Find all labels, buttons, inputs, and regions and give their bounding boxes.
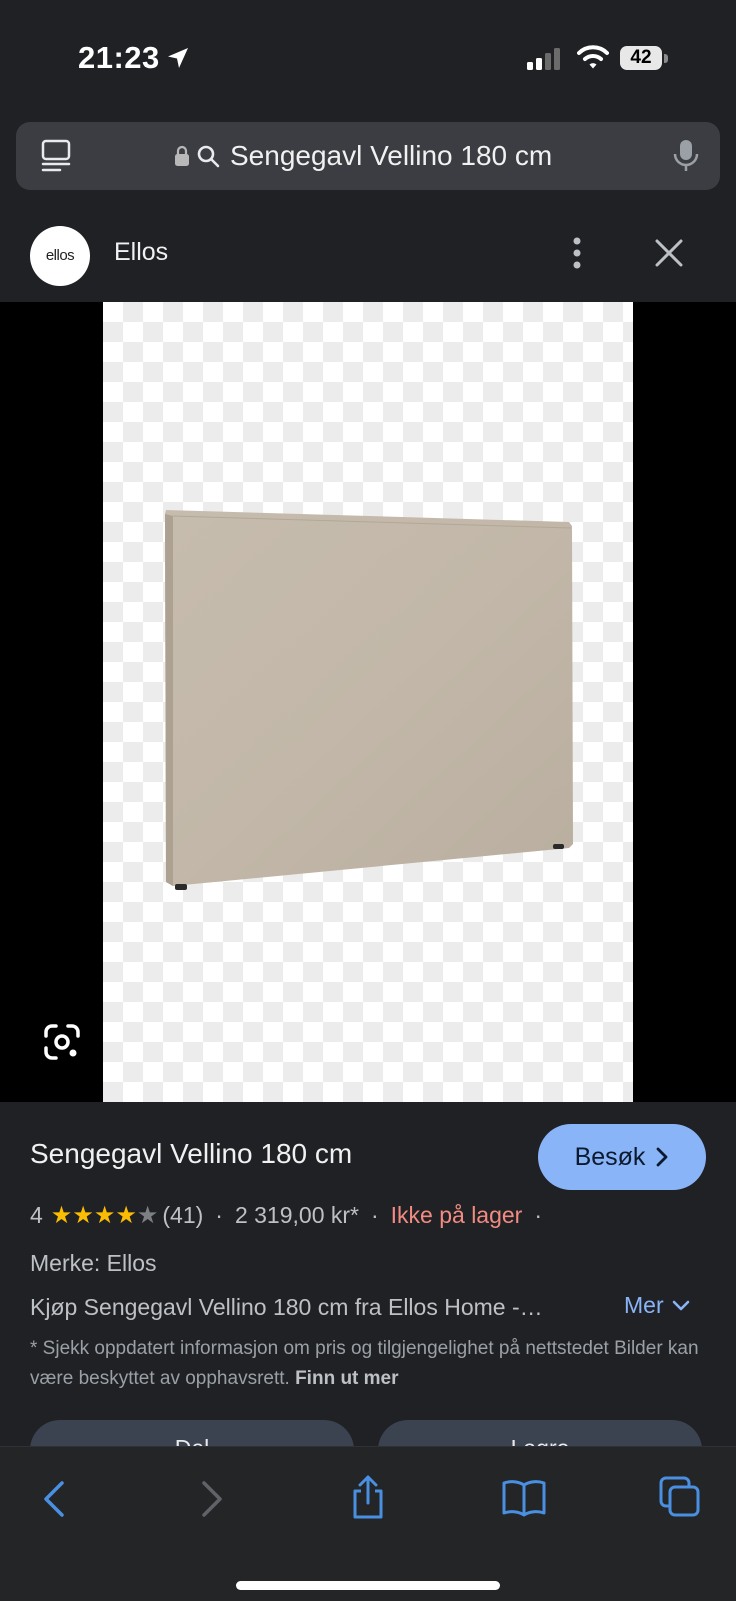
- back-icon[interactable]: [40, 1479, 68, 1519]
- url-text: Sengegavl Vellino 180 cm: [230, 140, 553, 171]
- search-icon: [197, 145, 220, 168]
- site-name[interactable]: Ellos: [114, 238, 168, 267]
- rating-stars: ★ ★ ★ ★ ★: [50, 1201, 159, 1229]
- wifi-icon: [577, 45, 609, 69]
- tabs-icon[interactable]: [40, 138, 72, 174]
- visit-button-label: Besøk: [574, 1142, 646, 1171]
- more-label: Mer: [624, 1292, 664, 1318]
- star-icon: ★: [50, 1201, 73, 1229]
- brand: Merke: Ellos: [30, 1250, 157, 1276]
- result-info-panel: Sengegavl Vellino 180 cm Besøk 4 ★ ★ ★ ★…: [0, 1102, 736, 1480]
- battery-icon: 42: [620, 46, 668, 72]
- address-bar[interactable]: Sengegavl Vellino 180 cm: [16, 122, 720, 190]
- learn-more-link[interactable]: Finn ut mer: [295, 1368, 398, 1389]
- share-icon[interactable]: [348, 1473, 388, 1521]
- status-bar: 21:23 42: [0, 0, 736, 112]
- star-icon: ★: [93, 1201, 116, 1229]
- description: Kjøp Sengegavl Vellino 180 cm fra Ellos …: [30, 1294, 543, 1320]
- rating-price-line: 4 ★ ★ ★ ★ ★ (41) · 2 319,00 kr* · Ikke p…: [30, 1202, 554, 1229]
- site-logo[interactable]: ellos: [30, 226, 90, 286]
- lock-icon: [175, 145, 189, 166]
- tab-switcher-icon[interactable]: [658, 1475, 702, 1519]
- bookmarks-icon[interactable]: [500, 1477, 548, 1517]
- status-time: 21:23: [78, 40, 160, 75]
- star-icon: ★: [72, 1201, 94, 1229]
- visit-button[interactable]: Besøk: [538, 1124, 706, 1190]
- price: 2 319,00 kr*: [234, 1202, 359, 1228]
- review-count: (41): [162, 1202, 204, 1228]
- lens-icon[interactable]: [42, 1022, 82, 1062]
- headboard-image: [165, 510, 573, 890]
- url-display[interactable]: Sengegavl Vellino 180 cm: [174, 122, 552, 190]
- signal-icon: [527, 48, 560, 70]
- source-header: ellos Ellos: [0, 208, 736, 302]
- separator: ·: [215, 1202, 223, 1228]
- separator: ·: [370, 1202, 379, 1228]
- star-empty-icon: ★: [136, 1201, 159, 1229]
- stock-status: Ikke på lager: [390, 1202, 523, 1228]
- product-title[interactable]: Sengegavl Vellino 180 cm: [30, 1138, 352, 1170]
- battery-level: 42: [630, 47, 652, 68]
- chevron-right-icon: [657, 1147, 668, 1167]
- forward-icon[interactable]: [198, 1479, 226, 1519]
- location-arrow-icon: [168, 48, 188, 68]
- mic-icon[interactable]: [672, 138, 700, 174]
- more-button[interactable]: Mer: [624, 1292, 690, 1319]
- star-icon: ★: [115, 1201, 137, 1229]
- more-vert-icon[interactable]: [572, 236, 582, 270]
- image-preview[interactable]: [0, 302, 736, 1102]
- browser-toolbar: [0, 1446, 736, 1601]
- close-icon[interactable]: [654, 238, 684, 268]
- separator: ·: [534, 1202, 543, 1228]
- home-indicator[interactable]: [236, 1581, 500, 1590]
- rating-value: 4: [30, 1202, 43, 1228]
- chevron-down-icon: [672, 1300, 689, 1310]
- disclaimer: * Sjekk oppdatert informasjon om pris og…: [30, 1334, 710, 1394]
